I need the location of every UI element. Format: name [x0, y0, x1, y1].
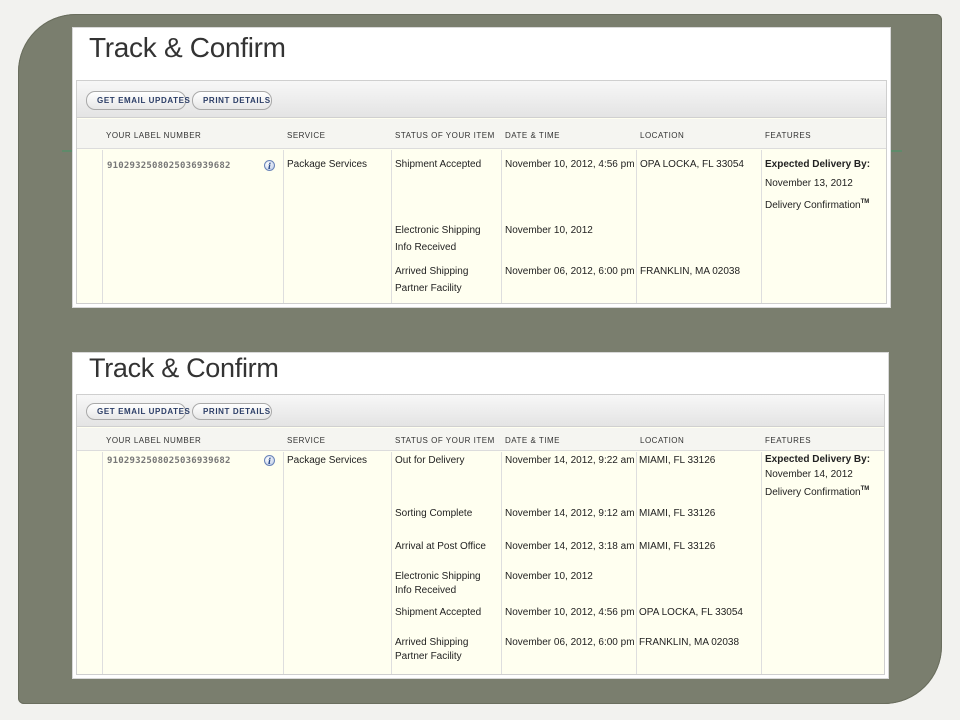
toolbar: GET EMAIL UPDATES PRINT DETAILS: [77, 81, 886, 118]
expected-delivery-title: Expected Delivery By:: [765, 159, 871, 170]
event-datetime: November 10, 2012, 4:56 pm: [505, 607, 635, 618]
get-email-updates-button[interactable]: GET EMAIL UPDATES: [86, 91, 190, 110]
event-location: FRANKLIN, MA 02038: [640, 266, 741, 277]
event-status: Shipment Accepted: [395, 607, 482, 618]
header-label-number: YOUR LABEL NUMBER: [106, 131, 202, 140]
table-header: YOUR LABEL NUMBER SERVICE STATUS OF YOUR…: [77, 428, 884, 451]
table-body: 9102932508025036939682 i Package Service…: [77, 452, 884, 674]
event-datetime: November 10, 2012: [505, 225, 593, 236]
delivery-confirmation-label: Delivery Confirmation: [765, 487, 861, 498]
header-service: SERVICE: [287, 436, 326, 445]
track-confirm-panel-1: Track & Confirm GET EMAIL UPDATES PRINT …: [72, 27, 891, 308]
expected-delivery-date: November 14, 2012: [765, 469, 853, 480]
info-icon[interactable]: i: [264, 455, 275, 466]
info-icon[interactable]: i: [264, 160, 275, 171]
event-datetime: November 10, 2012: [505, 571, 593, 582]
header-label-number: YOUR LABEL NUMBER: [106, 436, 202, 445]
tracking-table: GET EMAIL UPDATES PRINT DETAILS YOUR LAB…: [76, 80, 887, 304]
event-datetime: November 14, 2012, 9:22 am: [505, 455, 635, 466]
features-block: Expected Delivery By: November 13, 2012 …: [765, 156, 870, 214]
toolbar: GET EMAIL UPDATES PRINT DETAILS: [77, 395, 884, 427]
track-confirm-panel-2: Track & Confirm GET EMAIL UPDATES PRINT …: [72, 352, 889, 679]
get-email-updates-button[interactable]: GET EMAIL UPDATES: [86, 403, 190, 420]
header-date-time: DATE & TIME: [505, 131, 560, 140]
header-date-time: DATE & TIME: [505, 436, 560, 445]
label-number[interactable]: 9102932508025036939682: [107, 453, 231, 470]
trademark-mark: TM: [860, 199, 870, 205]
header-features: FEATURES: [765, 131, 812, 140]
delivery-confirmation: Delivery ConfirmationTM: [765, 194, 870, 214]
table-header: YOUR LABEL NUMBER SERVICE STATUS OF YOUR…: [77, 119, 886, 149]
event-status: Electronic Shipping Info Received: [395, 225, 481, 253]
event-location: MIAMI, FL 33126: [639, 455, 716, 466]
event-datetime: November 10, 2012, 4:56 pm: [505, 159, 635, 170]
header-status: STATUS OF YOUR ITEM: [395, 131, 495, 140]
header-location: LOCATION: [640, 131, 685, 140]
header-features: FEATURES: [765, 436, 812, 445]
service-value: Package Services: [287, 159, 368, 170]
event-location: MIAMI, FL 33126: [639, 508, 716, 519]
delivery-confirmation-label: Delivery Confirmation: [765, 200, 861, 211]
event-location: FRANKLIN, MA 02038: [639, 637, 740, 648]
event-location: MIAMI, FL 33126: [639, 541, 716, 552]
service-value: Package Services: [287, 455, 368, 466]
delivery-confirmation: Delivery ConfirmationTM: [765, 482, 870, 500]
event-datetime: November 14, 2012, 9:12 am: [505, 508, 635, 519]
event-datetime: November 14, 2012, 3:18 am: [505, 541, 635, 552]
event-location: OPA LOCKA, FL 33054: [640, 159, 744, 170]
event-status: Out for Delivery: [395, 455, 465, 466]
header-status: STATUS OF YOUR ITEM: [395, 436, 495, 445]
table-body: 9102932508025036939682 i Package Service…: [77, 150, 886, 303]
print-details-button[interactable]: PRINT DETAILS: [192, 91, 272, 110]
event-datetime: November 06, 2012, 6:00 pm: [505, 266, 635, 277]
expected-delivery-date: November 13, 2012: [765, 178, 853, 189]
event-status: Electronic Shipping Info Received: [395, 571, 481, 596]
page-title: Track & Confirm: [89, 32, 286, 63]
label-number[interactable]: 9102932508025036939682: [107, 158, 231, 175]
header-location: LOCATION: [640, 436, 685, 445]
event-status: Sorting Complete: [395, 508, 473, 519]
header-service: SERVICE: [287, 131, 326, 140]
event-location: OPA LOCKA, FL 33054: [639, 607, 743, 618]
event-status: Shipment Accepted: [395, 159, 482, 170]
event-status: Arrived Shipping Partner Facility: [395, 637, 469, 662]
event-status: Arrival at Post Office: [395, 541, 486, 552]
tracking-table: GET EMAIL UPDATES PRINT DETAILS YOUR LAB…: [76, 394, 885, 675]
print-details-button[interactable]: PRINT DETAILS: [192, 403, 272, 420]
features-block: Expected Delivery By: November 14, 2012 …: [765, 452, 870, 500]
event-datetime: November 06, 2012, 6:00 pm: [505, 637, 635, 648]
event-status: Arrived Shipping Partner Facility: [395, 266, 469, 294]
page-title: Track & Confirm: [89, 353, 279, 383]
trademark-mark: TM: [860, 486, 870, 492]
expected-delivery-title: Expected Delivery By:: [765, 454, 871, 465]
